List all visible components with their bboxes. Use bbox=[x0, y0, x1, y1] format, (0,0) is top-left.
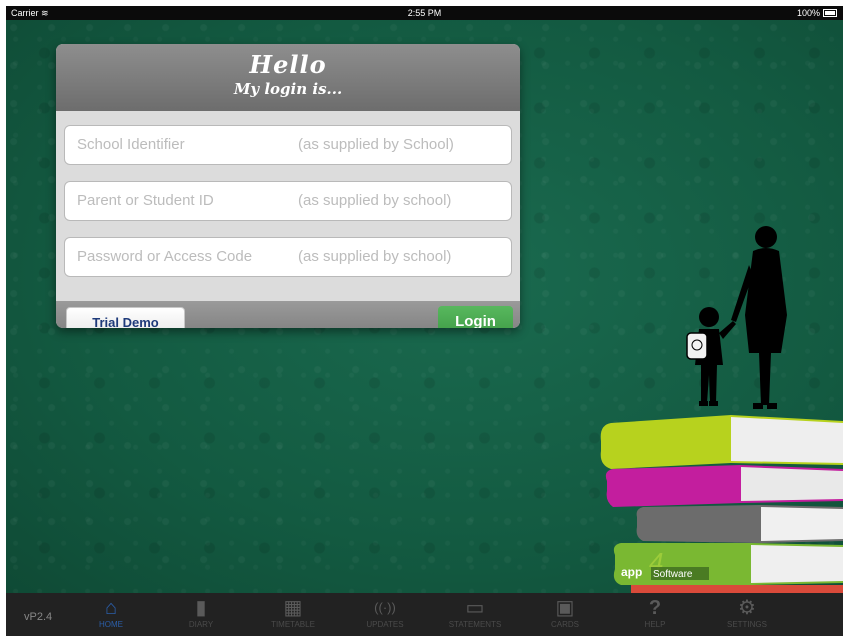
calendar-icon: ▦ bbox=[283, 597, 303, 619]
tab-cards[interactable]: ▣ CARDS bbox=[530, 596, 600, 629]
password-hint: (as supplied by school) bbox=[298, 248, 452, 265]
tab-updates-label: UPDATES bbox=[366, 620, 404, 629]
card-icon: ▣ bbox=[555, 597, 575, 619]
tab-statements-label: STATEMENTS bbox=[448, 620, 502, 629]
battery-icon bbox=[823, 9, 837, 17]
home-icon: ⌂ bbox=[104, 597, 118, 619]
password-field[interactable]: Password or Access Code (as supplied by … bbox=[64, 237, 512, 277]
logo-text-app: app bbox=[621, 565, 642, 579]
tab-statements[interactable]: ▭ STATEMENTS bbox=[440, 596, 510, 629]
tab-diary[interactable]: ▮ DIARY bbox=[166, 596, 236, 629]
help-icon: ? bbox=[648, 597, 662, 619]
main-background: Hello My login is... School Identifier (… bbox=[6, 20, 843, 593]
tab-cards-label: CARDS bbox=[550, 620, 579, 629]
diary-icon: ▮ bbox=[195, 597, 207, 619]
parent-student-id-placeholder: Parent or Student ID bbox=[77, 192, 214, 209]
status-bar: Carrier ≋ 2:55 PM 100% bbox=[6, 6, 843, 20]
tab-help[interactable]: ? HELP bbox=[620, 596, 690, 629]
tab-home[interactable]: ⌂ HOME bbox=[76, 596, 146, 629]
tab-timetable[interactable]: ▦ TIMETABLE bbox=[258, 596, 328, 629]
tab-diary-label: DIARY bbox=[188, 620, 214, 629]
password-placeholder: Password or Access Code bbox=[77, 248, 253, 265]
logo-text-software: Software bbox=[653, 569, 693, 580]
app-frame: Carrier ≋ 2:55 PM 100% Hello My login is… bbox=[6, 6, 843, 636]
gear-icon: ⚙ bbox=[738, 597, 756, 619]
tab-updates[interactable]: ((·)) UPDATES bbox=[350, 596, 420, 629]
login-card: Hello My login is... School Identifier (… bbox=[56, 44, 520, 328]
login-header: Hello My login is... bbox=[56, 44, 520, 111]
school-identifier-hint: (as supplied by School) bbox=[298, 136, 454, 153]
tab-bar: vP2.4 ⌂ HOME ▮ DIARY ▦ TIMETABLE ((·)) U… bbox=[6, 593, 843, 636]
parent-student-id-field[interactable]: Parent or Student ID (as supplied by sch… bbox=[64, 181, 512, 221]
statements-icon: ▭ bbox=[465, 597, 485, 619]
books-illustration: 4 app Software bbox=[600, 226, 843, 593]
version-label: vP2.4 bbox=[24, 611, 53, 623]
child-silhouette bbox=[686, 307, 736, 406]
tab-help-label: HELP bbox=[644, 620, 666, 629]
school-identifier-placeholder: School Identifier bbox=[77, 136, 185, 153]
login-fields: School Identifier (as supplied by School… bbox=[56, 111, 520, 301]
trial-demo-button[interactable]: Trial Demo bbox=[66, 307, 185, 328]
login-title: Hello bbox=[249, 50, 327, 79]
login-button[interactable]: Login bbox=[438, 306, 513, 328]
login-subtitle: My login is... bbox=[233, 80, 343, 98]
battery-status: 100% bbox=[797, 6, 837, 20]
clock: 2:55 PM bbox=[407, 8, 442, 18]
battery-percent: 100% bbox=[796, 8, 820, 18]
login-footer: Trial Demo Login bbox=[56, 301, 520, 328]
school-identifier-field[interactable]: School Identifier (as supplied by School… bbox=[64, 125, 512, 165]
tab-home-label: HOME bbox=[99, 620, 123, 629]
parent-student-id-hint: (as supplied by school) bbox=[298, 192, 452, 209]
tab-settings[interactable]: ⚙ SETTINGS bbox=[712, 596, 782, 629]
tab-timetable-label: TIMETABLE bbox=[271, 620, 315, 629]
adult-silhouette bbox=[731, 226, 787, 409]
tab-settings-label: SETTINGS bbox=[726, 620, 767, 629]
broadcast-icon: ((·)) bbox=[374, 600, 396, 615]
